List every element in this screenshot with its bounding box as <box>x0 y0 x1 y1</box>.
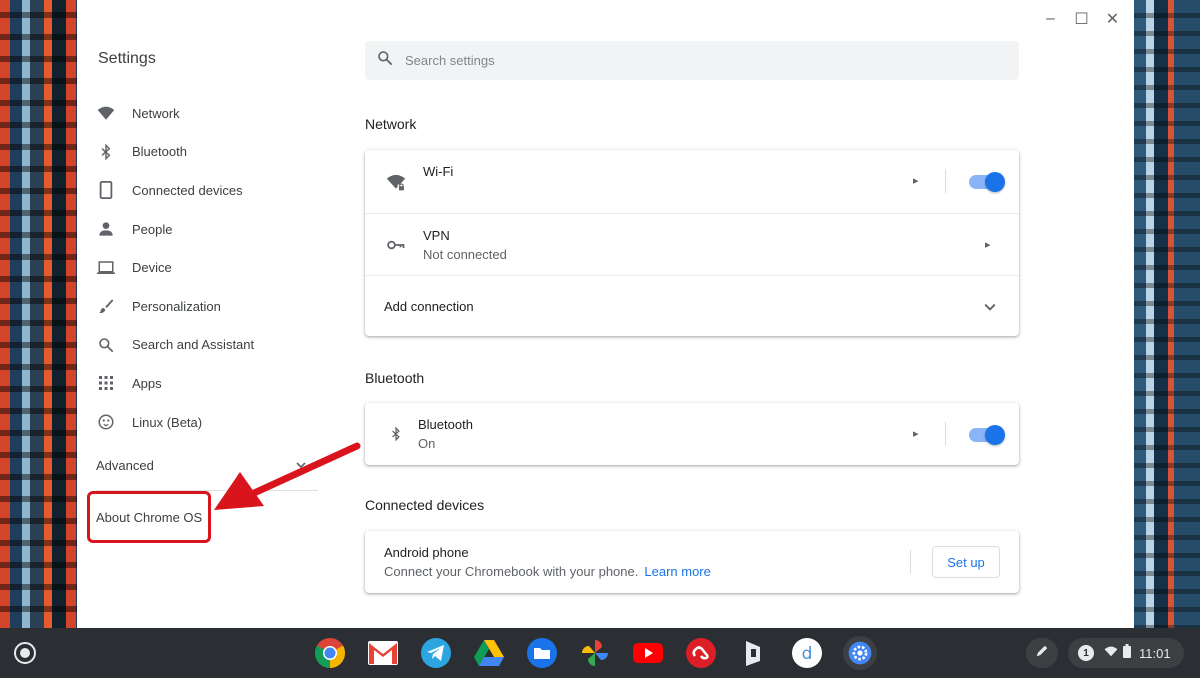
bluetooth-card: Bluetooth On ▸ <box>365 403 1019 465</box>
apps-grid-icon <box>97 374 115 392</box>
battery-icon <box>1123 643 1131 663</box>
youtube-icon[interactable] <box>631 636 665 670</box>
annotation-arrow-icon <box>214 442 361 510</box>
notification-count-badge: 1 <box>1078 645 1094 661</box>
search-icon <box>97 336 115 354</box>
row-separator <box>910 550 911 574</box>
status-tray[interactable]: 1 11:01 <box>1068 638 1184 668</box>
search-box[interactable] <box>365 41 1019 80</box>
connected-devices-card: Android phone Connect your Chromebook wi… <box>365 531 1019 593</box>
sidebar-item-label: Apps <box>132 375 162 391</box>
settings-gear-icon[interactable] <box>843 636 877 670</box>
sidebar-item-label: People <box>132 221 173 237</box>
add-connection-row[interactable]: Add connection <box>365 275 1019 336</box>
learn-more-link[interactable]: Learn more <box>644 564 710 579</box>
telegram-icon[interactable] <box>419 636 453 670</box>
android-phone-label: Android phone <box>384 545 469 560</box>
sidebar-item-label: Personalization <box>132 298 221 314</box>
person-icon <box>97 220 115 238</box>
laptop-icon <box>97 259 115 277</box>
row-separator <box>945 169 946 193</box>
chevron-down-icon <box>984 300 996 318</box>
gmail-icon[interactable] <box>366 636 400 670</box>
launcher-button[interactable] <box>14 642 36 664</box>
chrome-icon[interactable] <box>313 636 347 670</box>
bluetooth-status: On <box>418 436 436 451</box>
bluetooth-toggle[interactable] <box>969 425 1005 445</box>
vpn-label: VPN <box>423 227 450 243</box>
dashlane-icon[interactable] <box>737 636 771 670</box>
key-icon <box>386 235 406 255</box>
sidebar-item-label: Search and Assistant <box>132 337 255 353</box>
creative-cloud-icon[interactable] <box>684 636 718 670</box>
search-input[interactable] <box>405 53 965 68</box>
linux-icon <box>97 413 115 431</box>
drive-icon[interactable] <box>472 636 506 670</box>
search-icon <box>377 50 393 71</box>
network-section-title: Network <box>365 116 417 132</box>
vpn-status: Not connected <box>423 246 507 262</box>
bluetooth-icon <box>97 143 115 161</box>
sidebar-item-network[interactable]: Network <box>95 94 335 133</box>
wallpaper-right <box>1134 0 1200 630</box>
row-separator <box>945 422 946 446</box>
shelf-apps: d <box>313 636 877 670</box>
sidebar-item-search-and-assistant[interactable]: Search and Assistant <box>95 326 335 365</box>
sidebar-item-personalization[interactable]: Personalization <box>95 287 335 326</box>
bluetooth-icon <box>386 424 406 444</box>
stylus-tools-button[interactable] <box>1026 638 1058 668</box>
wifi-toggle[interactable] <box>969 172 1005 192</box>
sidebar-item-label: Bluetooth <box>132 144 187 160</box>
vpn-row[interactable]: VPN Not connected ▸ <box>365 213 1019 275</box>
annotation-highlight-box <box>87 491 211 543</box>
clock: 11:01 <box>1139 645 1171 661</box>
wifi-row[interactable]: Wi-Fi ▸ <box>365 150 1019 213</box>
brush-icon <box>97 297 115 315</box>
chevron-right-icon: ▸ <box>913 428 919 440</box>
page-title: Settings <box>98 50 156 67</box>
wifi-lock-icon <box>386 172 406 192</box>
close-button[interactable]: ✕ <box>1097 6 1128 32</box>
sidebar-item-connected-devices[interactable]: Connected devices <box>95 171 335 210</box>
pen-icon <box>1035 644 1049 663</box>
network-card: Wi-Fi ▸ VPN Not connected ▸ Add connecti… <box>365 150 1019 336</box>
shelf: d 1 11:01 <box>0 628 1200 678</box>
set-up-button[interactable]: Set up <box>932 546 1000 578</box>
sidebar-item-device[interactable]: Device <box>95 248 335 287</box>
svg-text:d: d <box>802 644 813 664</box>
sidebar-item-label: Linux (Beta) <box>132 414 203 430</box>
sidebar: Network Bluetooth Connected devices Peop… <box>95 94 335 441</box>
sidebar-item-linux[interactable]: Linux (Beta) <box>95 403 335 442</box>
chevron-right-icon: ▸ <box>913 175 919 187</box>
wifi-icon <box>97 104 115 122</box>
sidebar-item-people[interactable]: People <box>95 210 335 249</box>
android-phone-description: Connect your Chromebook with your phone. <box>384 564 639 579</box>
phone-icon <box>97 181 115 200</box>
wifi-label: Wi-Fi <box>423 164 454 179</box>
sidebar-item-bluetooth[interactable]: Bluetooth <box>95 133 335 172</box>
wifi-status-icon <box>1104 644 1118 662</box>
photos-icon[interactable] <box>578 636 612 670</box>
files-icon[interactable] <box>525 636 559 670</box>
sidebar-item-label: Network <box>132 105 180 121</box>
window-controls: – ☐ ✕ <box>1035 6 1128 32</box>
sidebar-item-label: Device <box>132 260 172 276</box>
sidebar-item-apps[interactable]: Apps <box>95 364 335 403</box>
bluetooth-label: Bluetooth <box>418 417 473 432</box>
add-connection-label: Add connection <box>384 298 474 314</box>
settings-window: – ☐ ✕ Settings Network Bluetooth Connect… <box>77 0 1134 628</box>
android-phone-row: Android phone Connect your Chromebook wi… <box>365 531 1019 593</box>
dictionary-icon[interactable]: d <box>790 636 824 670</box>
minimize-button[interactable]: – <box>1035 6 1066 32</box>
bluetooth-section-title: Bluetooth <box>365 370 425 386</box>
advanced-label: Advanced <box>96 458 154 473</box>
bluetooth-row[interactable]: Bluetooth On ▸ <box>365 403 1019 465</box>
connected-devices-section-title: Connected devices <box>365 497 485 513</box>
sidebar-item-label: Connected devices <box>132 182 243 198</box>
maximize-button[interactable]: ☐ <box>1066 6 1097 32</box>
chevron-right-icon: ▸ <box>985 239 991 251</box>
